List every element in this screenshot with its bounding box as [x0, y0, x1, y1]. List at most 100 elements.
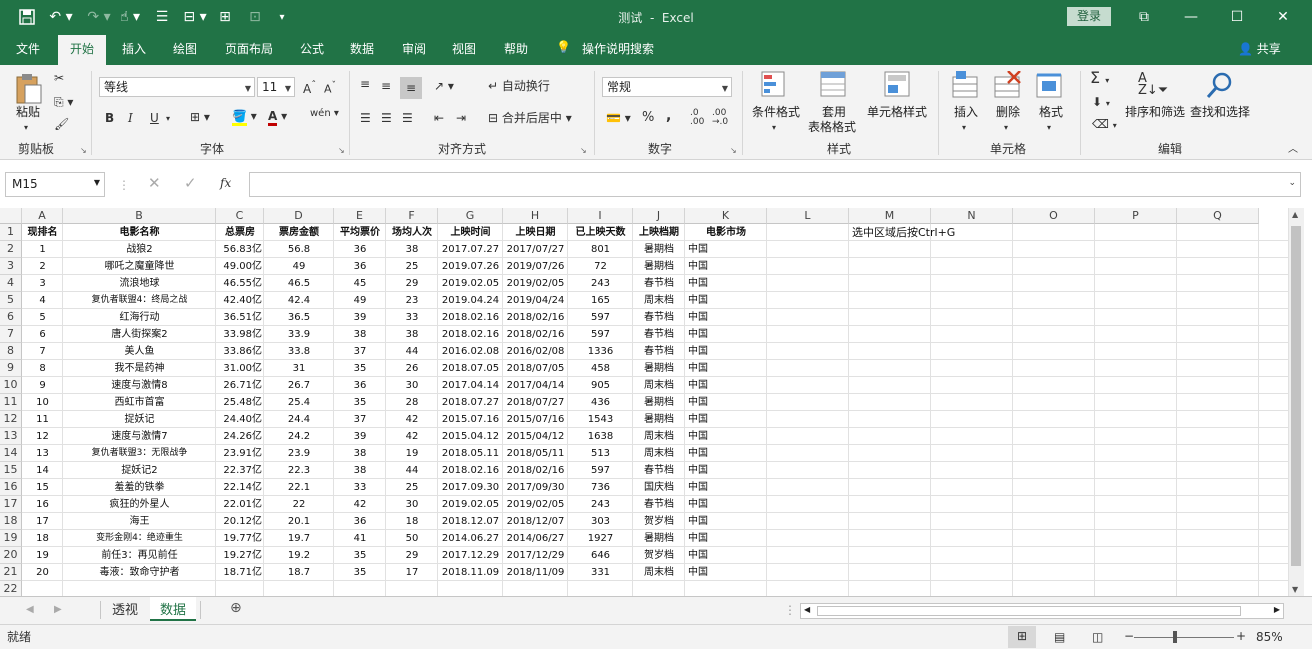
table-cell[interactable]: 中国	[685, 496, 767, 513]
table-cell[interactable]: 周末档	[633, 564, 685, 581]
table-cell[interactable]: 2014/06/27	[503, 530, 568, 547]
delete-dropdown-icon[interactable]: ▾	[1004, 121, 1008, 135]
table-cell[interactable]: 36.51亿	[216, 309, 264, 326]
table-cell[interactable]: 18.7	[264, 564, 334, 581]
table-cell[interactable]: 165	[568, 292, 633, 309]
table-cell[interactable]: 中国	[685, 479, 767, 496]
table-cell[interactable]: 2019/02/05	[503, 496, 568, 513]
table-cell[interactable]: 2018/12/07	[503, 513, 568, 530]
table-cell[interactable]: 2019.02.05	[438, 496, 503, 513]
table-cell[interactable]: 中国	[685, 343, 767, 360]
table-cell[interactable]: 646	[568, 547, 633, 564]
table-cell[interactable]: 中国	[685, 513, 767, 530]
increase-indent-icon[interactable]: ⇥	[456, 111, 466, 125]
header-cell[interactable]: 上映时间	[438, 224, 503, 241]
table-cell[interactable]: 24.2	[264, 428, 334, 445]
column-header[interactable]: H	[503, 208, 568, 224]
row-header[interactable]: 16	[0, 479, 22, 496]
table-cell[interactable]: 801	[568, 241, 633, 258]
conditional-format-dropdown-icon[interactable]: ▾	[772, 121, 776, 135]
wrap-text-button[interactable]: ↵ 自动换行	[488, 79, 550, 93]
table-cell[interactable]: 2017/04/14	[503, 377, 568, 394]
header-cell[interactable]: 上映档期	[633, 224, 685, 241]
table-cell[interactable]: 中国	[685, 564, 767, 581]
table-cell[interactable]: 17	[22, 513, 63, 530]
table-cell[interactable]: 42.4	[264, 292, 334, 309]
paste-label[interactable]: 粘贴	[12, 105, 44, 120]
header-cell[interactable]: 现排名	[22, 224, 63, 241]
table-cell[interactable]: 2018/02/16	[503, 462, 568, 479]
table-cell[interactable]: 19.27亿	[216, 547, 264, 564]
clear-icon[interactable]: ⌫ ▾	[1092, 117, 1117, 133]
table-cell[interactable]: 中国	[685, 547, 767, 564]
table-cell[interactable]: 2015.04.12	[438, 428, 503, 445]
table-cell[interactable]: 39	[334, 428, 386, 445]
table-cell[interactable]: 暑期档	[633, 530, 685, 547]
table-cell[interactable]: 我不是药神	[63, 360, 216, 377]
table-cell[interactable]: 35	[334, 394, 386, 411]
table-cell[interactable]: 2017.04.14	[438, 377, 503, 394]
table-cell[interactable]: 19	[386, 445, 438, 462]
table-cell[interactable]: 243	[568, 275, 633, 292]
table-cell[interactable]: 42	[334, 496, 386, 513]
table-cell[interactable]: 33.8	[264, 343, 334, 360]
table-cell[interactable]: 33.86亿	[216, 343, 264, 360]
table-cell[interactable]: 5	[22, 309, 63, 326]
number-launcher-icon[interactable]: ↘	[730, 146, 737, 155]
italic-button[interactable]: I	[128, 111, 133, 125]
table-cell[interactable]: 19	[22, 547, 63, 564]
scroll-up-icon[interactable]: ▲	[1292, 210, 1298, 219]
table-cell[interactable]: 6	[22, 326, 63, 343]
table-cell[interactable]: 春节档	[633, 275, 685, 292]
table-cell[interactable]: 20	[22, 564, 63, 581]
alignment-launcher-icon[interactable]: ↘	[580, 146, 587, 155]
insert-cells-button[interactable]: 插入	[948, 105, 984, 120]
column-header[interactable]: F	[386, 208, 438, 224]
table-cell[interactable]: 26.7	[264, 377, 334, 394]
next-sheet-icon[interactable]: ▶	[54, 603, 62, 617]
table-cell[interactable]: 20.12亿	[216, 513, 264, 530]
table-cell[interactable]: 战狼2	[63, 241, 216, 258]
share-button[interactable]: 👤 共享	[1238, 40, 1281, 57]
table-cell[interactable]: 2018.12.07	[438, 513, 503, 530]
table-cell[interactable]: 2019.04.24	[438, 292, 503, 309]
table-cell[interactable]: 20.1	[264, 513, 334, 530]
row-header[interactable]: 4	[0, 275, 22, 292]
table-cell[interactable]: 中国	[685, 530, 767, 547]
row-header[interactable]: 21	[0, 564, 22, 581]
table-cell[interactable]: 毒液：致命守护者	[63, 564, 216, 581]
table-cell[interactable]: 2018/07/05	[503, 360, 568, 377]
tab-formulas[interactable]: 公式	[300, 40, 324, 57]
table-cell[interactable]: 贺岁档	[633, 547, 685, 564]
table-cell[interactable]: 2018/11/09	[503, 564, 568, 581]
table-cell[interactable]: 42.40亿	[216, 292, 264, 309]
table-cell[interactable]: 2017/09/30	[503, 479, 568, 496]
format-cells-button[interactable]: 格式	[1033, 105, 1069, 120]
table-cell[interactable]: 22.3	[264, 462, 334, 479]
tab-file[interactable]: 文件	[16, 40, 40, 57]
table-cell[interactable]: 42	[386, 428, 438, 445]
merge-center-button[interactable]: ⊟ 合并后居中 ▾	[488, 111, 572, 125]
table-cell[interactable]: 速度与激情7	[63, 428, 216, 445]
find-select-icon[interactable]	[1204, 71, 1234, 104]
table-cell[interactable]: 变形金刚4：绝迹重生	[63, 530, 216, 547]
table-cell[interactable]: 42	[386, 411, 438, 428]
table-cell[interactable]: 西虹市首富	[63, 394, 216, 411]
table-cell[interactable]: 13	[22, 445, 63, 462]
table-cell[interactable]: 2019/04/24	[503, 292, 568, 309]
table-cell[interactable]: 2018/05/11	[503, 445, 568, 462]
align-middle-icon[interactable]: ≡	[381, 79, 391, 93]
column-header[interactable]: G	[438, 208, 503, 224]
table-cell[interactable]: 中国	[685, 241, 767, 258]
table-cell[interactable]: 2017.09.30	[438, 479, 503, 496]
table-cell[interactable]: 春节档	[633, 462, 685, 479]
table-cell[interactable]: 22.1	[264, 479, 334, 496]
table-cell[interactable]: 33	[334, 479, 386, 496]
zoom-out-icon[interactable]: −	[1124, 629, 1134, 643]
zoom-slider-thumb[interactable]	[1173, 631, 1177, 643]
table-cell[interactable]: 2019/07/26	[503, 258, 568, 275]
delete-cells-icon[interactable]	[994, 70, 1022, 104]
table-cell[interactable]: 36	[334, 241, 386, 258]
column-header[interactable]: C	[216, 208, 264, 224]
table-cell[interactable]: 38	[386, 241, 438, 258]
